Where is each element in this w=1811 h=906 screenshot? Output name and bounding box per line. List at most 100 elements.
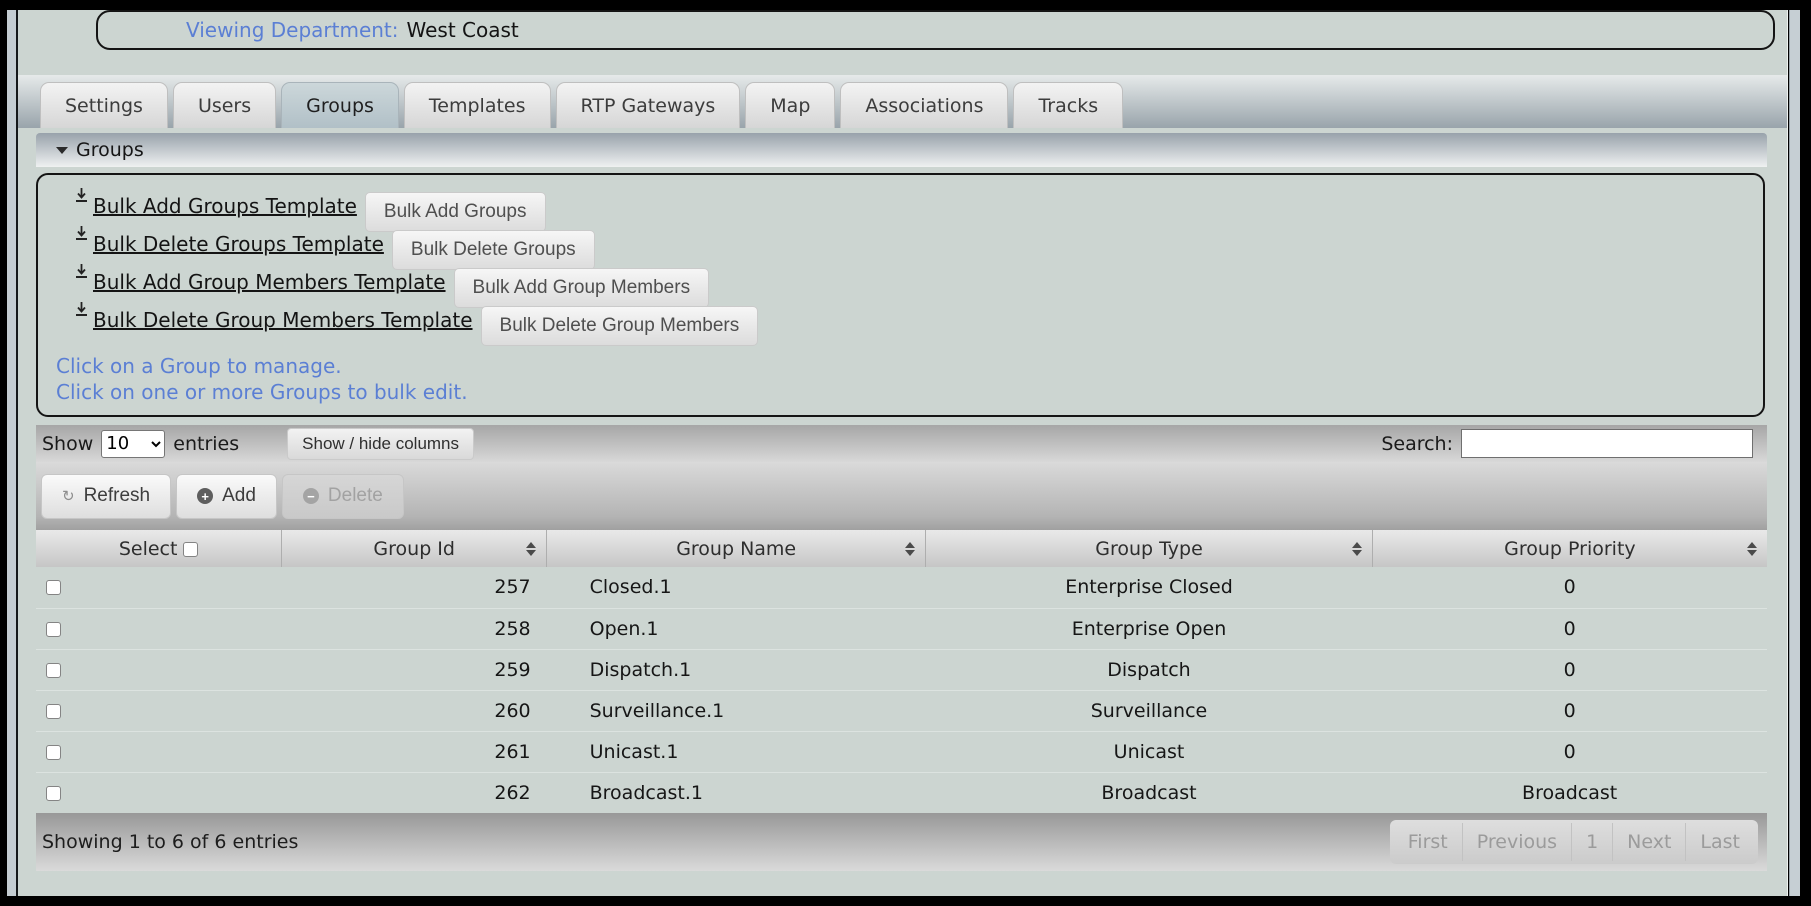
cell-group-name: Open.1 bbox=[547, 608, 926, 649]
cell-group-type: Broadcast bbox=[926, 772, 1373, 813]
show-hide-columns-button[interactable]: Show / hide columns bbox=[287, 428, 474, 460]
cell-group-type: Unicast bbox=[926, 731, 1373, 772]
add-button-label: Add bbox=[222, 485, 256, 507]
row-checkbox[interactable] bbox=[46, 622, 61, 637]
download-icon bbox=[75, 188, 88, 207]
table-row[interactable]: 259 Dispatch.1 Dispatch 0 bbox=[36, 649, 1767, 690]
sort-icon[interactable] bbox=[1352, 542, 1362, 556]
cell-group-priority: 0 bbox=[1372, 649, 1767, 690]
cell-group-id: 257 bbox=[282, 567, 547, 608]
bulk-delete-groups-template-link[interactable]: Bulk Delete Groups Template bbox=[93, 232, 384, 256]
sort-icon[interactable] bbox=[905, 542, 915, 556]
cell-group-id: 262 bbox=[282, 772, 547, 813]
pagination-page-1[interactable]: 1 bbox=[1571, 823, 1612, 861]
cell-group-priority: 0 bbox=[1372, 690, 1767, 731]
tab-rtp-gateways[interactable]: RTP Gateways bbox=[556, 82, 741, 128]
cell-group-name: Closed.1 bbox=[547, 567, 926, 608]
bulk-delete-group-members-button[interactable]: Bulk Delete Group Members bbox=[481, 306, 759, 346]
table-row[interactable]: 260 Surveillance.1 Surveillance 0 bbox=[36, 690, 1767, 731]
cell-group-name: Unicast.1 bbox=[547, 731, 926, 772]
cell-group-priority: 0 bbox=[1372, 731, 1767, 772]
pagination-previous[interactable]: Previous bbox=[1462, 823, 1571, 861]
column-header-group-priority[interactable]: Group Priority bbox=[1372, 530, 1767, 567]
column-header-group-id[interactable]: Group Id bbox=[282, 530, 547, 567]
column-header-group-name[interactable]: Group Name bbox=[547, 530, 926, 567]
left-edge-strip bbox=[7, 10, 16, 896]
bulk-row: Bulk Delete Groups Template Bulk Delete … bbox=[75, 225, 1763, 263]
pagination-next[interactable]: Next bbox=[1612, 823, 1685, 861]
refresh-button-label: Refresh bbox=[84, 485, 151, 507]
cell-group-priority: Broadcast bbox=[1372, 772, 1767, 813]
bulk-row: Bulk Delete Group Members Template Bulk … bbox=[75, 301, 1763, 339]
groups-panel-header[interactable]: Groups bbox=[36, 133, 1767, 167]
search-label: Search: bbox=[1381, 433, 1453, 455]
scrollbar-track[interactable] bbox=[1789, 10, 1800, 896]
pagination: First Previous 1 Next Last bbox=[1390, 820, 1758, 864]
viewing-department-banner: Viewing Department: West Coast bbox=[96, 10, 1775, 50]
select-all-checkbox[interactable] bbox=[183, 542, 198, 557]
tab-tracks[interactable]: Tracks bbox=[1013, 82, 1123, 128]
download-icon bbox=[75, 226, 88, 245]
entries-summary: Showing 1 to 6 of 6 entries bbox=[42, 831, 298, 853]
delete-button[interactable]: − Delete bbox=[282, 474, 404, 519]
cell-group-name: Dispatch.1 bbox=[547, 649, 926, 690]
pagination-first[interactable]: First bbox=[1394, 823, 1462, 861]
delete-button-label: Delete bbox=[328, 485, 383, 507]
tab-templates[interactable]: Templates bbox=[404, 82, 551, 128]
add-icon: + bbox=[197, 488, 213, 504]
column-header-select[interactable]: Select bbox=[36, 530, 282, 567]
row-checkbox[interactable] bbox=[46, 580, 61, 595]
bulk-add-group-members-template-link[interactable]: Bulk Add Group Members Template bbox=[93, 270, 446, 294]
cell-group-type: Enterprise Open bbox=[926, 608, 1373, 649]
table-row[interactable]: 257 Closed.1 Enterprise Closed 0 bbox=[36, 567, 1767, 608]
cell-group-type: Surveillance bbox=[926, 690, 1373, 731]
hint-bulk-edit: Click on one or more Groups to bulk edit… bbox=[56, 379, 1763, 405]
cell-group-name: Broadcast.1 bbox=[547, 772, 926, 813]
row-checkbox[interactable] bbox=[46, 745, 61, 760]
row-checkbox[interactable] bbox=[46, 663, 61, 678]
delete-icon: − bbox=[303, 488, 319, 504]
bulk-actions-box: Bulk Add Groups Template Bulk Add Groups… bbox=[36, 173, 1765, 417]
download-icon bbox=[75, 302, 88, 321]
cell-group-id: 258 bbox=[282, 608, 547, 649]
tab-users[interactable]: Users bbox=[173, 82, 276, 128]
group-hints: Click on a Group to manage. Click on one… bbox=[56, 353, 1763, 405]
column-header-group-priority-label: Group Priority bbox=[1504, 538, 1636, 560]
search-input[interactable] bbox=[1461, 429, 1753, 458]
bulk-delete-group-members-template-link[interactable]: Bulk Delete Group Members Template bbox=[93, 308, 473, 332]
show-label: Show bbox=[42, 433, 93, 455]
refresh-button[interactable]: ↻ Refresh bbox=[41, 474, 171, 519]
groups-panel-title: Groups bbox=[76, 139, 144, 161]
download-icon bbox=[75, 264, 88, 283]
groups-table: Select Group Id Group Name Group Type bbox=[36, 530, 1767, 813]
table-row[interactable]: 262 Broadcast.1 Broadcast Broadcast bbox=[36, 772, 1767, 813]
sort-icon[interactable] bbox=[526, 542, 536, 556]
column-header-group-id-label: Group Id bbox=[373, 538, 455, 560]
tab-settings[interactable]: Settings bbox=[40, 82, 168, 128]
table-row[interactable]: 258 Open.1 Enterprise Open 0 bbox=[36, 608, 1767, 649]
table-row[interactable]: 261 Unicast.1 Unicast 0 bbox=[36, 731, 1767, 772]
tab-map[interactable]: Map bbox=[745, 82, 835, 128]
cell-group-type: Enterprise Closed bbox=[926, 567, 1373, 608]
tab-groups[interactable]: Groups bbox=[281, 82, 399, 128]
add-button[interactable]: + Add bbox=[176, 474, 277, 519]
hint-manage: Click on a Group to manage. bbox=[56, 353, 1763, 379]
collapse-arrow-icon bbox=[56, 147, 68, 154]
column-header-group-type[interactable]: Group Type bbox=[926, 530, 1373, 567]
row-checkbox[interactable] bbox=[46, 786, 61, 801]
pagination-last[interactable]: Last bbox=[1685, 823, 1754, 861]
bulk-row: Bulk Add Groups Template Bulk Add Groups bbox=[75, 187, 1763, 225]
cell-group-name: Surveillance.1 bbox=[547, 690, 926, 731]
refresh-icon: ↻ bbox=[62, 487, 75, 505]
bulk-add-groups-template-link[interactable]: Bulk Add Groups Template bbox=[93, 194, 357, 218]
page-size-select[interactable]: 10 bbox=[101, 430, 165, 458]
column-header-select-label: Select bbox=[119, 538, 178, 560]
viewing-department-label: Viewing Department: bbox=[186, 18, 399, 42]
tab-associations[interactable]: Associations bbox=[840, 82, 1008, 128]
entries-label: entries bbox=[173, 433, 239, 455]
cell-group-type: Dispatch bbox=[926, 649, 1373, 690]
row-checkbox[interactable] bbox=[46, 704, 61, 719]
table-header-row: Select Group Id Group Name Group Type bbox=[36, 530, 1767, 567]
table-toolbar: Show 10 entries Show / hide columns Sear… bbox=[36, 425, 1767, 462]
sort-icon[interactable] bbox=[1747, 542, 1757, 556]
